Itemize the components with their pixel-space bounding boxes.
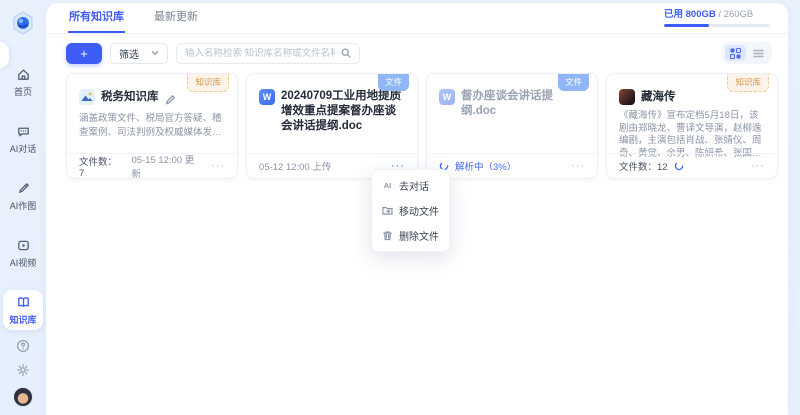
file-card[interactable]: 文件 W 20240709工业用地提质增效重点提案督办座谈会讲话提纲.doc 0… xyxy=(246,73,418,179)
file-count: 文件数：7 xyxy=(79,154,119,179)
menu-item-label: 删除文件 xyxy=(399,228,439,243)
sidebar-item-home[interactable]: 首页 xyxy=(3,62,43,102)
upload-time: 05-12 12:00 上传 xyxy=(259,159,331,173)
tab-latest-updates[interactable]: 最新更新 xyxy=(153,0,199,33)
video-play-icon xyxy=(16,238,31,253)
card-title: 税务知识库 xyxy=(101,90,159,105)
sidebar-item-ai-chat[interactable]: AI对话 xyxy=(3,119,43,159)
sidebar-item-knowledge-base[interactable]: 知识库 xyxy=(3,290,43,330)
search-box xyxy=(176,43,360,64)
ai-icon: AI xyxy=(382,181,393,190)
card-grid: 知识库 税务知识库 涵盖政策文件、税局官方答疑、稽查案例、司法判例及权威媒体发布… xyxy=(46,71,788,179)
home-icon xyxy=(16,67,31,82)
main-panel: 所有知识库 最新更新 已用 800GB / 260GB + 筛选 xyxy=(46,3,788,415)
card-footer: 文件数：12 ··· xyxy=(607,153,777,178)
card-footer: 解析中（3%） ··· xyxy=(427,153,597,178)
grid-view-icon xyxy=(730,48,741,59)
more-menu-button[interactable]: ··· xyxy=(571,162,585,170)
storage-total-label: / 260GB xyxy=(718,9,753,20)
list-view-button[interactable] xyxy=(748,45,769,61)
filter-label: 筛选 xyxy=(119,46,139,61)
help-icon[interactable] xyxy=(16,339,30,353)
cover-thumbnail xyxy=(619,89,635,105)
kb-badge: 知识库 xyxy=(727,74,769,92)
card-footer: 文件数：7 05-15 12:00 更新 ··· xyxy=(67,153,237,178)
sidebar-item-ai-draw[interactable]: AI作图 xyxy=(3,176,43,216)
menu-item-delete-file[interactable]: 删除文件 xyxy=(382,228,439,243)
knowledge-base-card[interactable]: 知识库 税务知识库 涵盖政策文件、税局官方答疑、稽查案例、司法判例及权威媒体发布… xyxy=(66,73,238,179)
search-icon[interactable] xyxy=(341,48,351,58)
storage-progress-fill xyxy=(664,24,709,27)
edit-pencil-icon[interactable] xyxy=(165,92,176,103)
card-context-menu: AI 去对话 移动文件 删除文件 xyxy=(371,169,450,252)
word-doc-icon: W xyxy=(439,89,455,105)
menu-item-label: 去对话 xyxy=(399,178,429,193)
view-toggle xyxy=(722,42,772,64)
tab-all-knowledge-bases[interactable]: 所有知识库 xyxy=(68,0,125,33)
more-menu-button[interactable]: ··· xyxy=(211,162,225,170)
grid-view-button[interactable] xyxy=(725,45,746,61)
card-title: 督办座谈会讲话提纲.doc xyxy=(461,89,585,119)
sidebar-item-label: 首页 xyxy=(14,85,32,98)
book-icon xyxy=(16,295,31,310)
file-badge: 文件 xyxy=(378,74,409,91)
toolbar: + 筛选 xyxy=(46,34,788,71)
more-menu-button[interactable]: ··· xyxy=(751,162,765,170)
add-button[interactable]: + xyxy=(66,43,102,64)
menu-item-label: 移动文件 xyxy=(399,203,439,218)
storage-progress-bar xyxy=(664,24,770,27)
tab-bar: 所有知识库 最新更新 xyxy=(68,3,199,33)
sidebar-bottom xyxy=(13,339,33,407)
picture-icon xyxy=(79,89,95,105)
card-description: 涵盖政策文件、税局官方答疑、稽查案例、司法判例及权威媒体发布的观点文章。 xyxy=(79,112,225,140)
topbar: 所有知识库 最新更新 已用 800GB / 260GB xyxy=(46,3,788,34)
file-badge: 文件 xyxy=(558,74,589,91)
knowledge-base-card[interactable]: 知识库 藏海传 《藏海传》宣布定档5月18日，该剧由郑晓龙、曹译文导演，赵柳逸编… xyxy=(606,73,778,179)
sidebar-item-label: AI对话 xyxy=(10,142,37,155)
word-doc-icon: W xyxy=(259,89,275,105)
settings-gear-icon[interactable] xyxy=(16,363,30,377)
sidebar-item-ai-video[interactable]: AI视频 xyxy=(3,233,43,273)
sidebar-nav: 首页 AI对话 AI作图 AI视频 知识库 xyxy=(3,62,43,330)
storage-usage: 已用 800GB / 260GB xyxy=(664,6,770,33)
sidebar-item-label: 知识库 xyxy=(9,313,36,326)
user-avatar[interactable] xyxy=(13,387,33,407)
file-count: 文件数：12 xyxy=(619,159,668,173)
storage-used-label: 已用 800GB xyxy=(664,9,716,20)
sidebar-item-label: AI视频 xyxy=(10,256,37,269)
app-logo-icon xyxy=(10,10,36,36)
chat-bubble-icon xyxy=(16,124,31,139)
list-view-icon xyxy=(753,48,764,59)
search-input[interactable] xyxy=(185,48,335,59)
move-folder-icon xyxy=(382,205,393,216)
parsing-status: 解析中（3%） xyxy=(455,159,516,173)
card-title: 藏海传 xyxy=(641,90,676,105)
chevron-down-icon xyxy=(151,49,159,57)
sync-spinner-icon xyxy=(674,161,684,171)
menu-item-go-to-chat[interactable]: AI 去对话 xyxy=(382,178,439,193)
sidebar-item-label: AI作图 xyxy=(10,199,37,212)
card-title: 20240709工业用地提质增效重点提案督办座谈会讲话提纲.doc xyxy=(281,89,405,134)
kb-badge: 知识库 xyxy=(187,74,229,92)
update-time: 05-15 12:00 更新 xyxy=(131,152,199,180)
menu-item-move-file[interactable]: 移动文件 xyxy=(382,203,439,218)
trash-icon xyxy=(382,230,393,241)
filter-dropdown[interactable]: 筛选 xyxy=(110,43,168,64)
brush-icon xyxy=(16,181,31,196)
file-card-parsing[interactable]: 文件 W 督办座谈会讲话提纲.doc 解析中（3%） ··· xyxy=(426,73,598,179)
app-window: 首页 AI对话 AI作图 AI视频 知识库 xyxy=(0,0,800,415)
